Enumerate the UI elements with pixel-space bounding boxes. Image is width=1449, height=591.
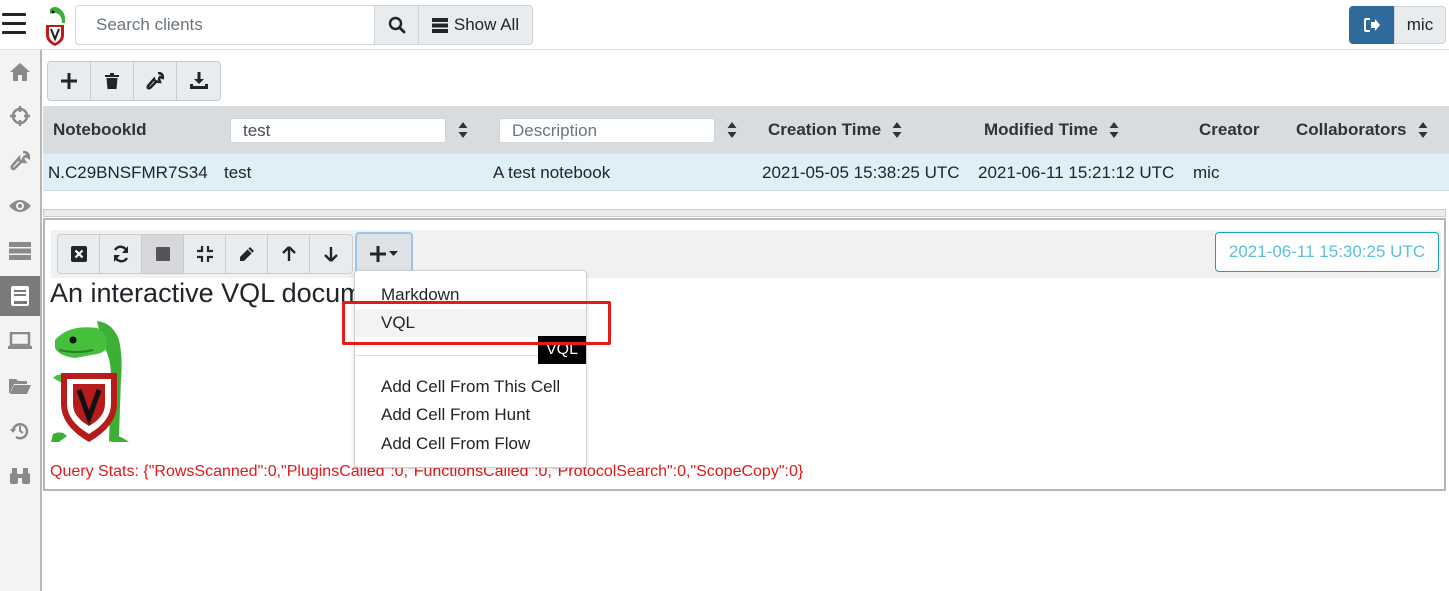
hamburger-menu-icon[interactable] [2, 13, 26, 39]
pane-splitter[interactable] [43, 209, 1446, 217]
eye-icon [9, 200, 31, 212]
recalculate-button[interactable] [100, 235, 142, 273]
notebook-toolbar [47, 61, 221, 101]
cell-button-group [57, 234, 353, 274]
menu-item-add-cell-from-hunt[interactable]: Add Cell From Hunt [355, 401, 586, 429]
cell-heading: An interactive VQL docum [50, 278, 363, 308]
server-icon [431, 17, 448, 33]
compress-icon [196, 246, 213, 262]
stop-icon [155, 247, 170, 261]
sidebar-item-hunt[interactable] [0, 96, 40, 136]
close-icon [70, 246, 87, 262]
column-header-modified-time[interactable]: Modified Time [984, 106, 1098, 154]
arrow-down-icon [324, 247, 338, 262]
server-icon [9, 242, 31, 260]
plus-icon [370, 246, 386, 262]
move-up-button[interactable] [268, 235, 310, 273]
notebook-cell: 2021-06-11 15:30:25 UTC An interactive V… [43, 218, 1446, 491]
cell-creation-time: 2021-05-05 15:38:25 UTC [762, 162, 960, 182]
move-down-button[interactable] [310, 235, 352, 273]
edit-cell-button[interactable] [226, 235, 268, 273]
logout-button[interactable] [1349, 6, 1394, 44]
sidebar-item-files[interactable] [0, 366, 40, 406]
sort-icon[interactable] [727, 121, 737, 139]
user-label: mic [1406, 15, 1434, 34]
table-row[interactable]: N.C29BNSFMR7S34 test A test notebook 202… [43, 154, 1449, 191]
pencil-icon [239, 247, 254, 261]
top-navbar: Show All mic [0, 0, 1449, 50]
sort-icon[interactable] [892, 121, 902, 139]
new-notebook-button[interactable] [48, 62, 91, 100]
delete-notebook-button[interactable] [91, 62, 134, 100]
velociraptor-logo [51, 321, 129, 442]
search-clients-input[interactable] [75, 5, 375, 45]
sort-icon[interactable] [1109, 121, 1119, 139]
home-icon [10, 63, 30, 81]
sort-icon[interactable] [458, 121, 468, 139]
history-icon [10, 423, 29, 440]
sidebar-item-home[interactable] [0, 52, 40, 92]
show-all-button[interactable]: Show All [418, 5, 533, 45]
search-icon [388, 16, 405, 34]
sidebar-item-server[interactable] [0, 231, 40, 271]
show-all-label: Show All [453, 15, 520, 34]
cell-modified-time: 2021-06-11 15:21:12 UTC [978, 162, 1175, 182]
crosshairs-icon [10, 106, 30, 126]
sidebar-item-monitoring[interactable] [0, 186, 40, 226]
trash-icon [105, 73, 119, 89]
caret-down-icon [389, 251, 398, 256]
cell-name: test [224, 162, 252, 182]
collapse-button[interactable] [184, 235, 226, 273]
column-header-notebookid[interactable]: NotebookId [53, 106, 147, 154]
sync-icon [113, 245, 128, 263]
cell-creator: mic [1193, 162, 1220, 182]
column-header-creator[interactable]: Creator [1199, 106, 1259, 154]
binoculars-icon [10, 468, 30, 484]
stop-button[interactable] [142, 235, 184, 273]
plus-icon [61, 73, 77, 89]
cell-timestamp: 2021-06-11 15:30:25 UTC [1215, 232, 1439, 272]
wrench-icon [146, 72, 164, 90]
table-header: NotebookId Creation Time Modified Time C… [43, 106, 1449, 154]
arrow-up-icon [281, 246, 296, 261]
column-header-creation-time[interactable]: Creation Time [768, 106, 881, 154]
cell-notebook-id: N.C29BNSFMR7S34 [48, 162, 208, 182]
sidebar [0, 50, 42, 591]
export-notebook-button[interactable] [177, 62, 220, 100]
folder-open-icon [9, 379, 31, 394]
sidebar-item-notebooks[interactable] [0, 276, 40, 316]
sign-out-icon [1363, 18, 1380, 32]
sidebar-item-search[interactable] [0, 456, 40, 496]
cell-description: A test notebook [493, 162, 611, 182]
column-header-collaborators[interactable]: Collaborators [1296, 106, 1407, 154]
sidebar-item-clients[interactable] [0, 321, 40, 361]
search-button[interactable] [374, 5, 419, 45]
notebook-table: NotebookId Creation Time Modified Time C… [43, 106, 1449, 191]
sort-icon[interactable] [1418, 121, 1428, 139]
book-icon [11, 286, 29, 306]
cell-toolbar: 2021-06-11 15:30:25 UTC [51, 230, 1441, 278]
name-filter-input[interactable] [230, 118, 446, 143]
user-menu-button[interactable]: mic [1394, 6, 1446, 44]
download-icon [189, 72, 208, 89]
close-cell-button[interactable] [58, 235, 100, 273]
menu-item-add-cell-from-this-cell[interactable]: Add Cell From This Cell [355, 373, 586, 401]
laptop-icon [8, 332, 32, 349]
sidebar-item-artifacts[interactable] [0, 141, 40, 181]
wrench-icon [10, 151, 30, 171]
sidebar-item-history[interactable] [0, 411, 40, 451]
highlight-annotation-box [342, 301, 611, 345]
menu-item-add-cell-from-flow[interactable]: Add Cell From Flow [355, 430, 586, 458]
edit-notebook-button[interactable] [134, 62, 177, 100]
velociraptor-logo[interactable] [40, 5, 70, 47]
add-cell-dropdown-menu: Markdown VQL Add Cell From This Cell Add… [354, 270, 587, 468]
description-filter-input[interactable] [499, 118, 715, 143]
